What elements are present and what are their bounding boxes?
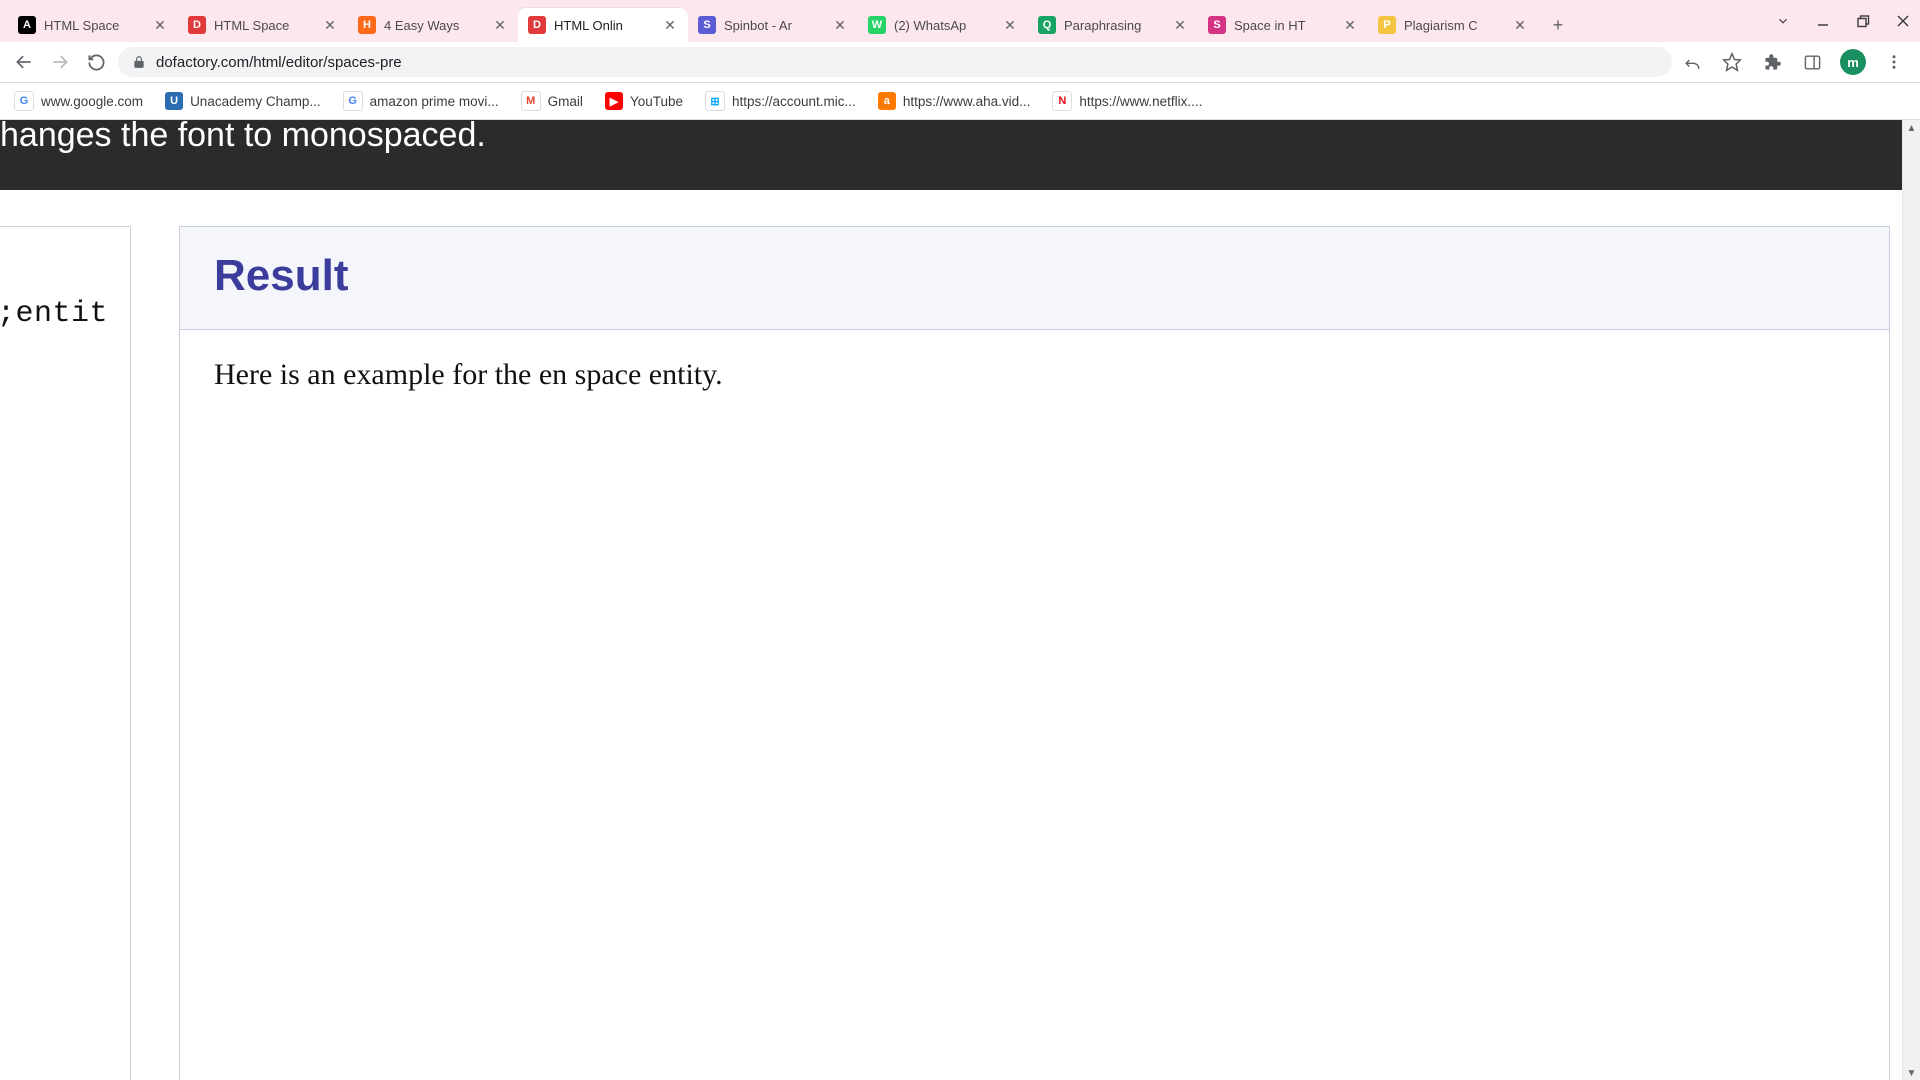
tab-close-icon[interactable]: ✕ bbox=[152, 17, 168, 33]
header-strip-text: hanges the font to monospaced. bbox=[0, 120, 486, 152]
page-content: hanges the font to monospaced. sp;entit … bbox=[0, 120, 1920, 1080]
tab-favicon: S bbox=[698, 16, 716, 34]
tab-favicon: H bbox=[358, 16, 376, 34]
bookmark-item[interactable]: M Gmail bbox=[521, 91, 583, 111]
browser-tab[interactable]: Q Paraphrasing ✕ bbox=[1028, 8, 1198, 42]
bookmark-label: Gmail bbox=[548, 94, 583, 109]
browser-tab[interactable]: D HTML Onlin ✕ bbox=[518, 8, 688, 42]
share-icon[interactable] bbox=[1680, 50, 1704, 74]
tab-title: HTML Space bbox=[214, 18, 314, 33]
tab-favicon: Q bbox=[1038, 16, 1056, 34]
nav-forward-button[interactable] bbox=[46, 48, 74, 76]
bookmark-item[interactable]: Gwww.google.com bbox=[14, 91, 143, 111]
avatar-letter: m bbox=[1847, 55, 1859, 70]
browser-tab[interactable]: A HTML Space ✕ bbox=[8, 8, 178, 42]
profile-avatar[interactable]: m bbox=[1840, 49, 1866, 75]
tabstrip-right-controls bbox=[1772, 0, 1914, 42]
tab-title: HTML Onlin bbox=[554, 18, 654, 33]
bookmark-label: www.google.com bbox=[41, 94, 143, 109]
browser-tab[interactable]: H 4 Easy Ways ✕ bbox=[348, 8, 518, 42]
chrome-menu-icon[interactable] bbox=[1882, 50, 1906, 74]
tab-title: HTML Space bbox=[44, 18, 144, 33]
tab-favicon: S bbox=[1208, 16, 1226, 34]
bookmark-favicon: ▶ bbox=[605, 92, 623, 110]
result-body: Here is an example for the en space enti… bbox=[180, 330, 1889, 420]
scrollbar-down-arrow[interactable]: ▼ bbox=[1903, 1065, 1920, 1080]
browser-tab[interactable]: W (2) WhatsAp ✕ bbox=[858, 8, 1028, 42]
window-close-button[interactable] bbox=[1892, 10, 1914, 32]
bookmark-label: https://www.netflix.... bbox=[1079, 94, 1202, 109]
bookmark-favicon: N bbox=[1052, 91, 1072, 111]
bookmark-favicon: G bbox=[14, 91, 34, 111]
scrollbar-up-arrow[interactable]: ▲ bbox=[1903, 120, 1920, 137]
bookmarks-bar: Gwww.google.com U Unacademy Champ... Gamazo… bbox=[0, 83, 1920, 120]
tab-close-icon[interactable]: ✕ bbox=[832, 17, 848, 33]
tab-favicon: D bbox=[528, 16, 546, 34]
bookmark-favicon: a bbox=[878, 92, 896, 110]
bookmark-item[interactable]: Gamazon prime movi... bbox=[343, 91, 499, 111]
bookmark-label: https://www.aha.vid... bbox=[903, 94, 1031, 109]
tab-search-button[interactable] bbox=[1772, 10, 1794, 32]
code-panel[interactable]: sp;entit bbox=[0, 226, 131, 1080]
bookmark-item[interactable]: Nhttps://www.netflix.... bbox=[1052, 91, 1202, 111]
editor-workspace: sp;entit Result Here is an example for t… bbox=[0, 190, 1920, 1080]
bookmark-item[interactable]: ▶ YouTube bbox=[605, 92, 683, 110]
tab-close-icon[interactable]: ✕ bbox=[1512, 17, 1528, 33]
tab-close-icon[interactable]: ✕ bbox=[1002, 17, 1018, 33]
tab-title: Paraphrasing bbox=[1064, 18, 1164, 33]
code-fragment: sp;entit bbox=[0, 297, 120, 331]
sidepanel-icon[interactable] bbox=[1800, 50, 1824, 74]
tab-close-icon[interactable]: ✕ bbox=[662, 17, 678, 33]
browser-tab[interactable]: D HTML Space ✕ bbox=[178, 8, 348, 42]
window-minimize-button[interactable] bbox=[1812, 10, 1834, 32]
bookmark-label: amazon prime movi... bbox=[370, 94, 499, 109]
tab-close-icon[interactable]: ✕ bbox=[322, 17, 338, 33]
url-text: dofactory.com/html/editor/spaces-pre bbox=[156, 54, 1658, 71]
tab-close-icon[interactable]: ✕ bbox=[1342, 17, 1358, 33]
page-scrollbar[interactable]: ▲ ▼ bbox=[1902, 120, 1920, 1080]
browser-tab[interactable]: S Spinbot - Ar ✕ bbox=[688, 8, 858, 42]
browser-tab[interactable]: S Space in HT ✕ bbox=[1198, 8, 1368, 42]
bookmark-favicon: M bbox=[521, 91, 541, 111]
tab-close-icon[interactable]: ✕ bbox=[492, 17, 508, 33]
tab-title: Plagiarism C bbox=[1404, 18, 1504, 33]
bookmark-item[interactable]: a https://www.aha.vid... bbox=[878, 92, 1031, 110]
browser-tab[interactable]: P Plagiarism C ✕ bbox=[1368, 8, 1538, 42]
lock-icon bbox=[132, 55, 146, 69]
tab-favicon: P bbox=[1378, 16, 1396, 34]
tab-close-icon[interactable]: ✕ bbox=[1172, 17, 1188, 33]
address-bar-actions: m bbox=[1680, 49, 1910, 75]
tab-title: Space in HT bbox=[1234, 18, 1334, 33]
header-strip: hanges the font to monospaced. bbox=[0, 120, 1920, 190]
bookmark-favicon: G bbox=[343, 91, 363, 111]
bookmark-favicon: U bbox=[165, 92, 183, 110]
result-title: Result bbox=[214, 251, 1855, 301]
tab-title: Spinbot - Ar bbox=[724, 18, 824, 33]
bookmark-label: Unacademy Champ... bbox=[190, 94, 321, 109]
window-maximize-button[interactable] bbox=[1852, 10, 1874, 32]
tab-title: (2) WhatsAp bbox=[894, 18, 994, 33]
result-panel: Result Here is an example for the en spa… bbox=[179, 226, 1890, 1080]
result-header: Result bbox=[180, 227, 1889, 330]
bookmark-star-icon[interactable] bbox=[1720, 50, 1744, 74]
bookmark-label: YouTube bbox=[630, 94, 683, 109]
bookmark-label: https://account.mic... bbox=[732, 94, 856, 109]
browser-address-bar: dofactory.com/html/editor/spaces-pre m bbox=[0, 42, 1920, 83]
extensions-icon[interactable] bbox=[1760, 50, 1784, 74]
result-text: Here is an example for the en space enti… bbox=[214, 358, 723, 391]
bookmark-item[interactable]: ⊞ https://account.mic... bbox=[705, 91, 856, 111]
tab-title: 4 Easy Ways bbox=[384, 18, 484, 33]
tab-favicon: W bbox=[868, 16, 886, 34]
browser-tabstrip: A HTML Space ✕ D HTML Space ✕ H 4 Easy Ways ✕ D HT… bbox=[0, 0, 1920, 42]
tab-favicon: D bbox=[188, 16, 206, 34]
bookmark-favicon: ⊞ bbox=[705, 91, 725, 111]
tab-favicon: A bbox=[18, 16, 36, 34]
nav-back-button[interactable] bbox=[10, 48, 38, 76]
nav-reload-button[interactable] bbox=[82, 48, 110, 76]
new-tab-button[interactable]: + bbox=[1544, 11, 1572, 39]
bookmark-item[interactable]: U Unacademy Champ... bbox=[165, 92, 321, 110]
url-omnibox[interactable]: dofactory.com/html/editor/spaces-pre bbox=[118, 47, 1672, 77]
